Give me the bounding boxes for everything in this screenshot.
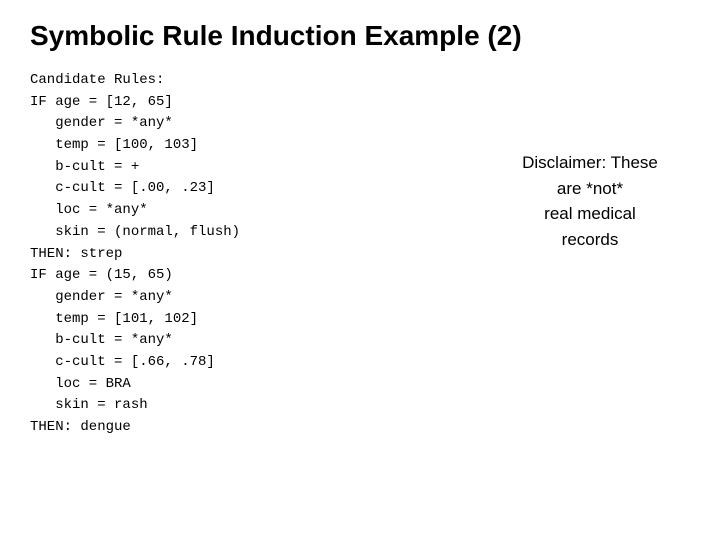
- code-line-2: IF age = [12, 65]: [30, 94, 173, 110]
- code-line-10: IF age = (15, 65): [30, 267, 173, 283]
- content-area: Candidate Rules: IF age = [12, 65] gende…: [30, 70, 690, 439]
- code-line-17: THEN: dengue: [30, 419, 131, 435]
- code-line-14: c-cult = [.66, .78]: [30, 354, 215, 370]
- code-line-6: c-cult = [.00, .23]: [30, 180, 215, 196]
- code-line-4: temp = [100, 103]: [30, 137, 198, 153]
- code-line-16: skin = rash: [30, 397, 148, 413]
- code-line-11: gender = *any*: [30, 289, 173, 305]
- disclaimer-line-4: records: [562, 230, 619, 249]
- code-line-12: temp = [101, 102]: [30, 311, 198, 327]
- disclaimer-line-2: are *not*: [557, 179, 623, 198]
- code-line-1: Candidate Rules:: [30, 72, 164, 88]
- code-line-9: THEN: strep: [30, 246, 122, 262]
- code-line-13: b-cult = *any*: [30, 332, 173, 348]
- page-container: Symbolic Rule Induction Example (2) Cand…: [0, 0, 720, 540]
- code-line-5: b-cult = +: [30, 159, 139, 175]
- disclaimer-line-1: Disclaimer: These: [522, 153, 658, 172]
- disclaimer-box: Disclaimer: These are *not* real medical…: [490, 150, 690, 252]
- code-line-3: gender = *any*: [30, 115, 173, 131]
- code-line-8: skin = (normal, flush): [30, 224, 240, 240]
- page-title: Symbolic Rule Induction Example (2): [30, 20, 690, 52]
- code-line-7: loc = *any*: [30, 202, 148, 218]
- code-block: Candidate Rules: IF age = [12, 65] gende…: [30, 70, 470, 439]
- disclaimer-line-3: real medical: [544, 204, 636, 223]
- code-line-15: loc = BRA: [30, 376, 131, 392]
